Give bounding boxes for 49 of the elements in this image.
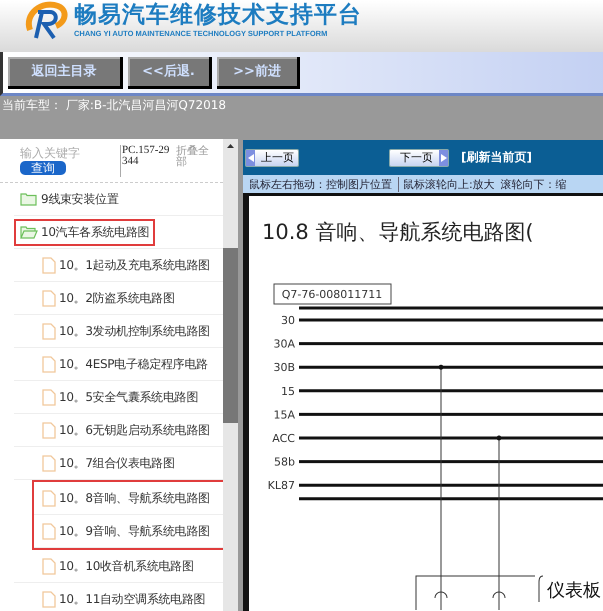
rail-label: 58b bbox=[274, 456, 295, 469]
scrollbar-thumb[interactable] bbox=[223, 248, 238, 423]
tree-item[interactable]: 10。8音响、导航系统电路图 bbox=[59, 490, 210, 506]
tree-item[interactable]: 10。4ESP电子稳定程序电路 bbox=[59, 356, 208, 372]
rail-label: 30A bbox=[273, 338, 295, 351]
tree-item[interactable]: 10。5安全气囊系统电路图 bbox=[59, 388, 198, 406]
tree-item[interactable]: 10。1起动及充电系统电路图 bbox=[59, 256, 210, 274]
logo-icon bbox=[24, 0, 70, 40]
document-icon bbox=[42, 522, 56, 540]
hint-text: 鼠标滚轮向上:放大 bbox=[398, 176, 495, 192]
query-button[interactable]: 查询 bbox=[20, 161, 66, 175]
tree-item[interactable]: 10。7组合仪表电路图 bbox=[59, 454, 175, 472]
rail-label: 30 bbox=[281, 314, 295, 327]
document-icon bbox=[42, 422, 56, 438]
rail-label: 30B bbox=[273, 361, 295, 374]
document-icon bbox=[42, 454, 56, 472]
current-vehicle-text: 当前车型： 厂家:B-北汽昌河昌河Q72018 bbox=[2, 98, 226, 112]
rail-label: ACC bbox=[272, 432, 295, 445]
document-icon bbox=[42, 490, 56, 506]
document-icon bbox=[42, 558, 56, 574]
document-icon bbox=[42, 322, 56, 340]
part-number-label: Q7-76-008011711 bbox=[282, 288, 382, 301]
site-title: 畅易汽车维修技术支持平台 bbox=[74, 1, 362, 29]
scroll-up-icon[interactable] bbox=[227, 144, 234, 148]
scrollbar[interactable] bbox=[223, 139, 238, 611]
refresh-link[interactable]: [刷新当前页] bbox=[461, 149, 532, 166]
hint-text: 滚轮向下：缩 bbox=[500, 176, 567, 192]
tree-item[interactable]: 10。3发动机控制系统电路图 bbox=[59, 322, 210, 340]
tree-item[interactable]: 9线束安装位置 bbox=[41, 190, 119, 208]
component-label: 仪表板 bbox=[547, 580, 601, 601]
tree-item[interactable]: 10。2防盗系统电路图 bbox=[59, 290, 175, 306]
document-icon bbox=[42, 256, 56, 274]
document-icon bbox=[42, 356, 56, 372]
rail-label: KL87 bbox=[268, 479, 295, 492]
hint-text: 鼠标左右拖动：控制图片位置 bbox=[249, 176, 392, 192]
previous-page-button[interactable]: 上一页 bbox=[245, 148, 299, 166]
tree-item[interactable]: 10。11自动空调系统电路图 bbox=[59, 590, 206, 608]
document-title: 10.8 音响、导航系统电路图( bbox=[261, 219, 535, 246]
code-text: PC.157-29344 bbox=[120, 145, 170, 177]
document-icon bbox=[42, 388, 56, 406]
tree-item[interactable]: 10。10收音机系统电路图 bbox=[59, 558, 194, 574]
rail-label: 15A bbox=[273, 408, 295, 422]
rail-label: 15 bbox=[281, 384, 295, 398]
document-icon bbox=[42, 590, 56, 608]
next-page-button[interactable]: 下一页 bbox=[389, 148, 449, 166]
tree-item[interactable]: 10汽车各系统电路图 bbox=[41, 224, 150, 240]
tree-item[interactable]: 10。6无钥匙启动系统电路图 bbox=[59, 422, 210, 438]
document-icon bbox=[42, 290, 56, 306]
tree-item[interactable]: 10。9音响、导航系统电路图 bbox=[59, 522, 210, 540]
